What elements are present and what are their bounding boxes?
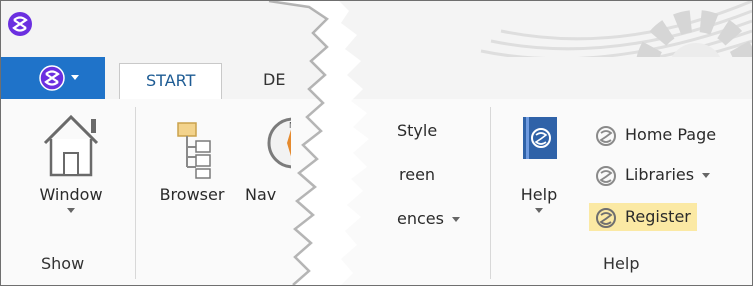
torn-paper-overlay (268, 1, 369, 285)
app-window: START DE Window Show Browser Nav Style r… (0, 0, 753, 286)
